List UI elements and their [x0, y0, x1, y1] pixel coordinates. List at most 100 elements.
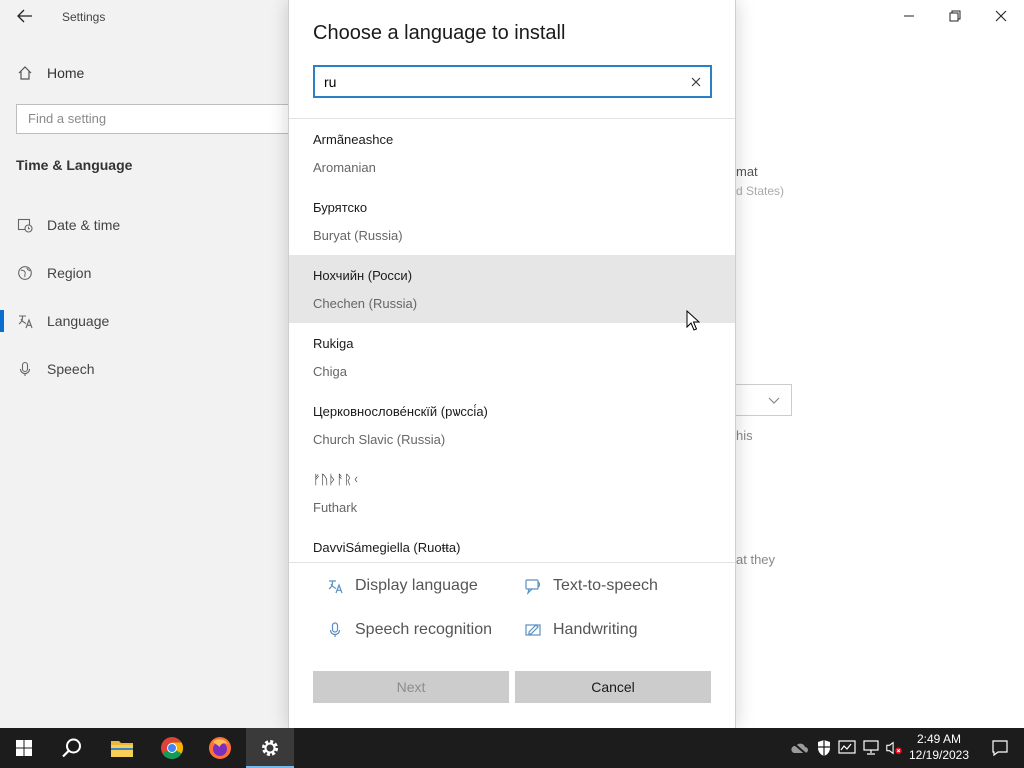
search-icon [62, 738, 81, 758]
choose-language-dialog: Choose a language to install Armãneashce… [288, 0, 736, 728]
window-title: Settings [62, 10, 106, 24]
microphone-icon [325, 620, 345, 640]
feature-handwriting: Handwriting [523, 620, 637, 640]
minimize-button[interactable] [886, 0, 932, 32]
sidebar-item-label: Date & time [47, 217, 121, 233]
restore-icon [949, 10, 961, 22]
section-title: Time & Language [16, 157, 133, 173]
sidebar-item-label: Region [47, 265, 92, 281]
system-clock[interactable]: 2:49 AM 12/19/2023 [908, 731, 970, 763]
dialog-title: Choose a language to install [313, 22, 566, 44]
bg-text-fragment: his [736, 428, 753, 443]
mouse-cursor-icon [686, 310, 700, 331]
language-item[interactable]: Armãneashce Aromanian [289, 119, 735, 187]
language-english-name: Church Slavic (Russia) [313, 432, 446, 447]
language-english-name: Buryat (Russia) [313, 228, 403, 243]
settings-taskbar-button[interactable] [246, 728, 294, 768]
task-manager-icon[interactable] [838, 739, 856, 757]
file-explorer-button[interactable] [98, 728, 146, 768]
minimize-icon [904, 15, 914, 17]
cancel-button[interactable]: Cancel [515, 671, 711, 703]
feature-text-to-speech: Text-to-speech [523, 576, 658, 596]
language-native-name: DavviSámegiella (Ruoŧŧa) [313, 540, 461, 555]
feature-label: Handwriting [553, 621, 638, 638]
close-button[interactable] [978, 0, 1024, 32]
sidebar-item-region[interactable]: Region [16, 261, 91, 285]
feature-label: Display language [355, 577, 478, 594]
settings-gear-icon [262, 740, 278, 756]
sidebar-item-date-time[interactable]: Date & time [16, 213, 120, 237]
feature-label: Text-to-speech [553, 577, 658, 594]
active-indicator [0, 310, 4, 332]
language-item[interactable]: DavviSámegiella (Ruoŧŧa) [289, 527, 735, 562]
restore-button[interactable] [932, 0, 978, 32]
language-english-name: Chechen (Russia) [313, 296, 418, 311]
notification-icon [992, 740, 1008, 757]
home-icon [16, 64, 34, 82]
clear-icon [691, 77, 701, 87]
language-native-name: Armãneashce [313, 132, 394, 147]
language-native-name: Нохчийн (Росси) [313, 268, 413, 283]
action-center-button[interactable] [980, 728, 1020, 768]
language-item[interactable]: ᚠᚢᚦᚨᚱᚲ Futhark [289, 459, 735, 527]
back-arrow-icon [17, 9, 32, 23]
language-search-input[interactable] [315, 67, 684, 96]
onedrive-icon[interactable] [790, 739, 808, 757]
clock-date: 12/19/2023 [908, 748, 970, 762]
chevron-down-icon [768, 397, 780, 404]
language-english-name: Aromanian [313, 160, 376, 175]
language-native-name: Бурятско [313, 200, 368, 215]
bg-text-fragment: at they [736, 552, 776, 567]
find-setting-box[interactable] [16, 104, 294, 134]
network-icon[interactable] [862, 739, 880, 757]
language-search-box[interactable] [313, 65, 712, 98]
language-item[interactable]: Rukiga Chiga [289, 323, 735, 391]
text-to-speech-icon [523, 576, 543, 596]
language-english-name: Futhark [313, 500, 358, 515]
sidebar-item-speech[interactable]: Speech [16, 357, 94, 381]
taskbar: 2:49 AM 12/19/2023 [0, 728, 1024, 768]
volume-muted-icon[interactable] [885, 739, 903, 757]
sidebar-home[interactable]: Home [16, 62, 84, 84]
microphone-icon [16, 360, 34, 378]
feature-speech-recognition: Speech recognition [325, 620, 492, 640]
firefox-icon [209, 737, 231, 759]
language-item[interactable]: Церковнослове́нскїй (рѡссі́а) Church Sla… [289, 391, 735, 459]
globe-icon [16, 264, 34, 282]
feature-display-language: Display language [325, 576, 478, 596]
home-label: Home [47, 65, 85, 81]
display-language-icon [325, 576, 345, 596]
clock-time: 2:49 AM [916, 732, 962, 746]
bg-dropdown [734, 384, 792, 416]
find-setting-input[interactable] [17, 105, 278, 131]
taskbar-search-button[interactable] [48, 728, 96, 768]
language-english-name: Chiga [313, 364, 347, 379]
divider [289, 562, 735, 563]
close-icon [995, 10, 1007, 22]
handwriting-icon [523, 620, 543, 640]
language-item[interactable]: Нохчийн (Росси) Chechen (Russia) [289, 255, 735, 323]
start-icon [16, 740, 32, 756]
language-item[interactable]: Бурятско Buryat (Russia) [289, 187, 735, 255]
bg-text-fragment: mat [736, 164, 758, 179]
chrome-button[interactable] [148, 728, 196, 768]
start-button[interactable] [0, 728, 48, 768]
language-native-name: ᚠᚢᚦᚨᚱᚲ [313, 472, 360, 487]
security-shield-icon[interactable] [815, 739, 833, 757]
settings-sidebar: Settings Home Time & Language Date & tim… [0, 0, 294, 728]
window-controls [886, 0, 1024, 32]
sidebar-item-label: Speech [47, 361, 95, 377]
sidebar-item-language[interactable]: Language [16, 309, 109, 333]
calendar-clock-icon [16, 216, 34, 234]
feature-label: Speech recognition [355, 621, 492, 638]
file-explorer-icon [111, 741, 133, 757]
language-native-name: Rukiga [313, 336, 354, 351]
back-button[interactable] [10, 4, 40, 28]
next-button[interactable]: Next [313, 671, 509, 703]
language-native-name: Церковнослове́нскїй (рѡссі́а) [313, 404, 488, 419]
language-icon [16, 312, 34, 330]
chrome-icon [161, 737, 183, 759]
sidebar-item-label: Language [47, 313, 110, 329]
firefox-button[interactable] [196, 728, 244, 768]
clear-search-button[interactable] [688, 74, 704, 90]
